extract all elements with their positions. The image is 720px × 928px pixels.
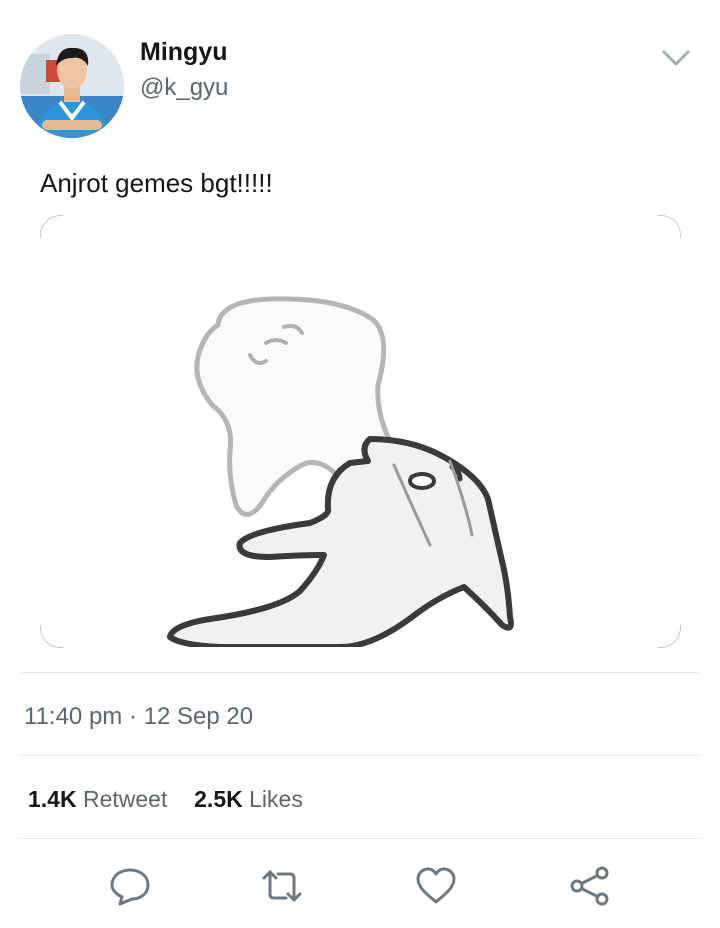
heart-icon	[416, 867, 456, 904]
image-corner	[40, 625, 63, 648]
engagement-stats: 1.4K Retweet 2.5K Likes	[28, 786, 303, 813]
likes-label: Likes	[249, 786, 303, 812]
image-corner	[40, 215, 63, 238]
likes-count: 2.5K	[194, 786, 243, 812]
like-button[interactable]	[414, 864, 458, 908]
likes-link[interactable]: 2.5K Likes	[194, 786, 303, 812]
retweets-link[interactable]: 1.4K Retweet	[28, 786, 174, 812]
image-corner	[658, 625, 681, 648]
author-name[interactable]: Mingyu	[140, 38, 228, 67]
reply-button[interactable]	[108, 864, 152, 908]
retweet-button[interactable]	[260, 864, 304, 908]
divider	[20, 755, 700, 756]
avatar[interactable]	[20, 34, 124, 138]
share-button[interactable]	[568, 864, 612, 908]
divider	[20, 838, 700, 839]
author-handle[interactable]: @k_gyu	[140, 74, 228, 102]
tweet-text: Anjrot gemes bgt!!!!!	[40, 168, 273, 198]
image-corner	[658, 215, 681, 238]
retweet-arrows-icon	[262, 870, 302, 902]
share-nodes-icon	[570, 866, 609, 906]
tweet-timestamp[interactable]: 11:40 pm · 12 Sep 20	[24, 703, 253, 731]
divider	[20, 672, 700, 673]
retweets-count: 1.4K	[28, 786, 77, 812]
retweets-label: Retweet	[82, 786, 168, 812]
tweet-image[interactable]	[40, 215, 680, 647]
speech-bubble-icon	[110, 868, 150, 906]
chevron-down-icon[interactable]	[660, 46, 692, 70]
